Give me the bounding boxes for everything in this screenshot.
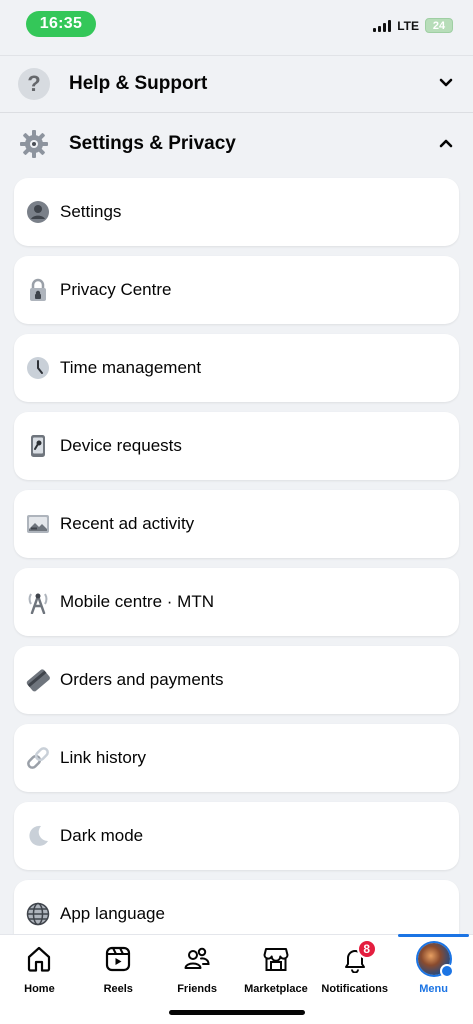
chevron-down-icon xyxy=(439,75,453,93)
settings-item[interactable]: Settings xyxy=(14,178,459,246)
battery-icon: 24 xyxy=(425,18,453,33)
tab-home-label: Home xyxy=(24,983,55,995)
menu-badge-icon xyxy=(439,964,454,978)
help-support-section[interactable]: ? Help & Support xyxy=(0,55,473,113)
bottom-tab-bar: Home Reels Friends Marketplace 8 Notific… xyxy=(0,934,473,1024)
gear-icon xyxy=(18,128,50,160)
settings-item-label: Settings xyxy=(60,202,122,221)
home-icon xyxy=(23,943,55,975)
moon-icon xyxy=(26,824,50,848)
battery-level: 24 xyxy=(432,19,446,32)
ad-image-icon xyxy=(26,512,50,536)
time-management-item[interactable]: Time management xyxy=(14,334,459,402)
tab-friends-label: Friends xyxy=(177,983,217,995)
tab-marketplace-label: Marketplace xyxy=(244,983,308,995)
time-management-label: Time management xyxy=(60,358,202,377)
link-history-label: Link history xyxy=(60,748,146,767)
status-indicators: LTE 24 xyxy=(373,18,453,33)
settings-privacy-section[interactable]: Settings & Privacy xyxy=(0,115,473,173)
privacy-centre-item[interactable]: Privacy Centre xyxy=(14,256,459,324)
tab-notifications[interactable]: 8 Notifications xyxy=(315,935,394,1005)
lock-icon xyxy=(26,278,50,302)
chevron-up-icon xyxy=(439,135,453,153)
help-support-title: Help & Support xyxy=(69,73,208,94)
user-circle-icon xyxy=(26,200,50,224)
status-bar: 16:35 LTE 24 xyxy=(0,0,473,52)
tab-friends[interactable]: Friends xyxy=(158,935,237,1005)
tab-home[interactable]: Home xyxy=(0,935,79,1005)
home-indicator xyxy=(168,1010,305,1015)
network-label: LTE xyxy=(397,18,419,33)
globe-icon xyxy=(26,902,50,926)
card-icon xyxy=(26,668,50,692)
recent-ad-activity-label: Recent ad activity xyxy=(60,514,195,533)
clock-icon xyxy=(26,356,50,380)
signal-icon xyxy=(373,19,392,32)
dark-mode-item[interactable]: Dark mode xyxy=(14,802,459,870)
device-requests-item[interactable]: Device requests xyxy=(14,412,459,480)
settings-privacy-title: Settings & Privacy xyxy=(69,133,236,154)
status-time: 16:35 xyxy=(26,11,96,37)
profile-avatar xyxy=(417,943,454,978)
link-icon xyxy=(26,746,50,770)
orders-payments-item[interactable]: Orders and payments xyxy=(14,646,459,714)
tab-menu-label: Menu xyxy=(419,983,448,995)
privacy-centre-label: Privacy Centre xyxy=(60,280,172,299)
tab-reels[interactable]: Reels xyxy=(79,935,158,1005)
tab-marketplace[interactable]: Marketplace xyxy=(236,935,315,1005)
antenna-icon xyxy=(26,590,50,614)
tab-notifications-label: Notifications xyxy=(321,983,389,995)
phone-key-icon xyxy=(26,434,50,458)
notifications-badge: 8 xyxy=(356,939,377,959)
device-requests-label: Device requests xyxy=(60,436,182,455)
settings-items-list: Settings Privacy Centre Time management … xyxy=(14,178,459,958)
dark-mode-label: Dark mode xyxy=(60,826,144,845)
question-icon: ? xyxy=(18,68,50,100)
marketplace-icon xyxy=(260,943,292,975)
app-language-label: App language xyxy=(60,904,165,923)
friends-icon xyxy=(181,943,213,975)
mobile-centre-label: Mobile centre · MTN xyxy=(60,592,214,611)
orders-payments-label: Orders and payments xyxy=(60,670,224,689)
tab-menu[interactable]: Menu xyxy=(394,934,473,1005)
tab-reels-label: Reels xyxy=(103,983,133,995)
mobile-centre-item[interactable]: Mobile centre · MTN xyxy=(14,568,459,636)
link-history-item[interactable]: Link history xyxy=(14,724,459,792)
recent-ad-activity-item[interactable]: Recent ad activity xyxy=(14,490,459,558)
reels-icon xyxy=(102,943,134,975)
